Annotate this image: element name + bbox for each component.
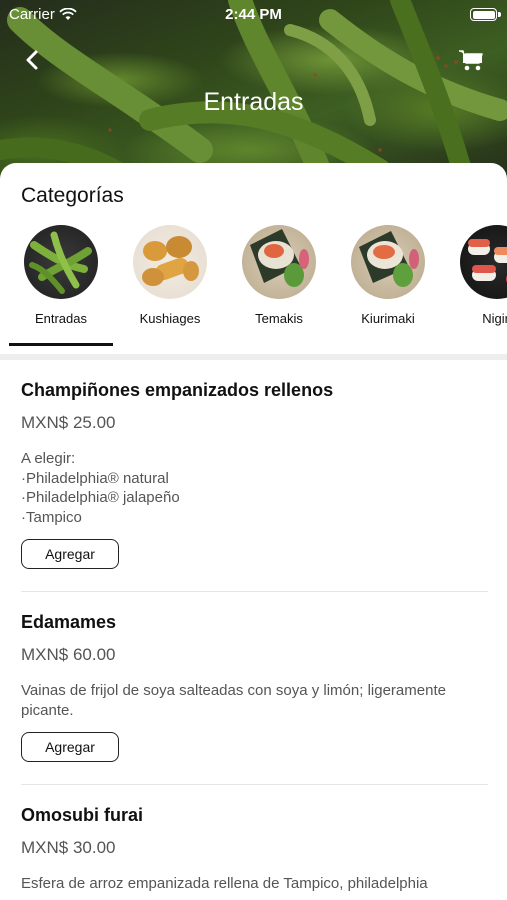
category-label: Temakis — [255, 311, 303, 326]
category-carousel[interactable]: Entradas Kushiages Temakis Kiurimaki Nig… — [0, 225, 507, 345]
add-to-cart-button[interactable]: Agregar — [21, 539, 119, 569]
category-item-temakis[interactable]: Temakis — [224, 225, 334, 326]
product-item: Omosubi furai MXN$ 30.00 Esfera de arroz… — [0, 785, 507, 900]
shopping-cart-icon — [459, 50, 483, 71]
category-label: Entradas — [34, 311, 88, 326]
product-name: Edamames — [21, 612, 117, 632]
category-item-kiurimaki[interactable]: Kiurimaki — [333, 225, 443, 326]
category-label: Kushiages — [139, 311, 201, 326]
categories-heading: Categorías — [21, 184, 124, 207]
product-price: MXN$ 60.00 — [21, 645, 116, 664]
battery-cap — [498, 12, 501, 17]
kushiage-photo — [133, 225, 207, 299]
kiurimaki-photo — [351, 225, 425, 299]
category-item-nigiri[interactable]: Nigiri — [442, 225, 507, 326]
nigiri-photo — [460, 225, 507, 299]
selected-tab-indicator — [9, 343, 113, 346]
category-item-entradas[interactable]: Entradas — [6, 225, 116, 326]
product-list: Champiñones empanizados rellenos MXN$ 25… — [0, 360, 507, 900]
product-description: Vainas de frijol de soya salteadas con s… — [21, 682, 446, 719]
product-price: MXN$ 30.00 — [21, 838, 116, 857]
status-bar: Carrier 2:44 PM — [0, 0, 507, 30]
product-description: Esfera de arroz empanizada rellena de Ta… — [21, 875, 428, 892]
page-title: Entradas — [203, 88, 304, 116]
product-name: Champiñones empanizados rellenos — [21, 380, 334, 400]
battery-icon — [470, 8, 497, 21]
product-description: A elegir: ·Philadelphia® natural ·Philad… — [21, 450, 180, 526]
back-button[interactable] — [18, 46, 46, 74]
status-time: 2:44 PM — [225, 6, 282, 23]
category-item-kushiages[interactable]: Kushiages — [115, 225, 225, 326]
category-label: Nigiri — [482, 311, 507, 326]
product-item: Champiñones empanizados rellenos MXN$ 25… — [0, 360, 507, 591]
product-name: Omosubi furai — [21, 805, 144, 825]
edamame-photo — [24, 225, 98, 299]
content-card: Categorías Entradas Kushiages Temakis Ki… — [0, 163, 507, 900]
category-label: Kiurimaki — [361, 311, 415, 326]
product-item: Edamames MXN$ 60.00 Vainas de frijol de … — [0, 592, 507, 784]
chevron-left-icon — [26, 50, 38, 70]
cart-button[interactable] — [457, 46, 485, 74]
add-to-cart-button[interactable]: Agregar — [21, 732, 119, 762]
temaki-photo — [242, 225, 316, 299]
product-price: MXN$ 25.00 — [21, 413, 116, 432]
